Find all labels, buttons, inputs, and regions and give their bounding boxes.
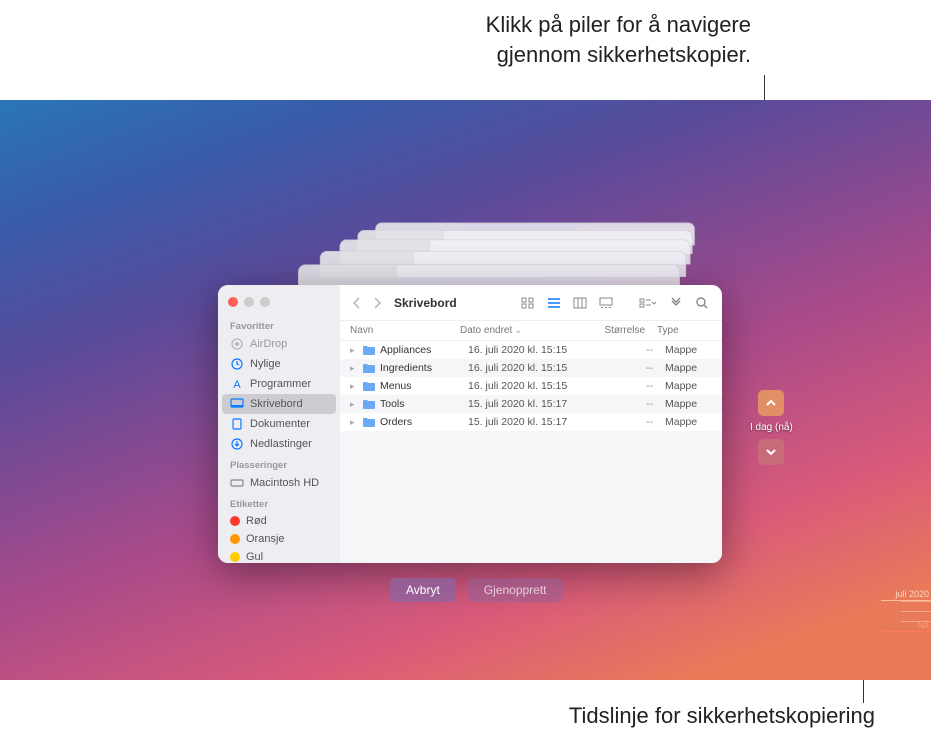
sidebar-item-applications[interactable]: A Programmer bbox=[218, 374, 340, 394]
backup-timeline[interactable]: juli 2020 Nå bbox=[871, 380, 931, 632]
disclosure-triangle-icon[interactable]: ▸ bbox=[350, 363, 358, 374]
file-name: Orders bbox=[380, 416, 468, 428]
col-name[interactable]: Navn bbox=[350, 325, 460, 336]
folder-icon bbox=[362, 398, 376, 410]
file-name: Ingredients bbox=[380, 362, 468, 374]
file-size: -- bbox=[598, 398, 653, 410]
sidebar-item-downloads[interactable]: Nedlastinger bbox=[218, 434, 340, 454]
file-name: Tools bbox=[380, 398, 468, 410]
minimize-button[interactable] bbox=[244, 297, 254, 307]
view-columns-button[interactable] bbox=[570, 295, 590, 311]
window-controls[interactable] bbox=[218, 293, 340, 315]
search-button[interactable] bbox=[692, 294, 712, 312]
finder-window: Favoritter AirDrop Nylige A Programmer S… bbox=[218, 285, 722, 563]
col-date[interactable]: Dato endret⌄ bbox=[460, 325, 590, 336]
finder-toolbar: Skrivebord bbox=[340, 285, 722, 321]
sidebar-item-recents[interactable]: Nylige bbox=[218, 354, 340, 374]
close-button[interactable] bbox=[228, 297, 238, 307]
file-date: 15. juli 2020 kl. 15:17 bbox=[468, 398, 598, 410]
file-date: 16. juli 2020 kl. 15:15 bbox=[468, 380, 598, 392]
file-row[interactable]: ▸ Orders15. juli 2020 kl. 15:17--Mappe bbox=[340, 413, 722, 431]
documents-icon bbox=[230, 417, 244, 431]
disclosure-triangle-icon[interactable]: ▸ bbox=[350, 399, 358, 410]
action-buttons: Avbryt Gjenopprett bbox=[390, 578, 563, 602]
more-button[interactable] bbox=[666, 295, 686, 311]
timeline-now-marker[interactable]: Nå bbox=[881, 631, 931, 632]
file-row[interactable]: ▸ Ingredients16. juli 2020 kl. 15:15--Map… bbox=[340, 359, 722, 377]
file-row[interactable]: ▸ Tools15. juli 2020 kl. 15:17--Mappe bbox=[340, 395, 722, 413]
disclosure-triangle-icon[interactable]: ▸ bbox=[350, 345, 358, 356]
group-button[interactable] bbox=[636, 295, 660, 311]
folder-icon bbox=[362, 344, 376, 356]
desktop-icon bbox=[230, 397, 244, 411]
airdrop-icon bbox=[230, 337, 244, 351]
sidebar-item-documents[interactable]: Dokumenter bbox=[218, 414, 340, 434]
col-type[interactable]: Type bbox=[645, 325, 712, 336]
sidebar-section-favorites: Favoritter bbox=[218, 315, 340, 334]
file-type: Mappe bbox=[653, 398, 712, 410]
folder-icon bbox=[362, 362, 376, 374]
nav-down-button[interactable] bbox=[758, 439, 784, 465]
file-date: 16. juli 2020 kl. 15:15 bbox=[468, 344, 598, 356]
finder-sidebar: Favoritter AirDrop Nylige A Programmer S… bbox=[218, 285, 340, 563]
cancel-button[interactable]: Avbryt bbox=[390, 578, 456, 602]
sidebar-item-desktop[interactable]: Skrivebord bbox=[222, 394, 336, 414]
file-size: -- bbox=[598, 416, 653, 428]
file-size: -- bbox=[598, 362, 653, 374]
back-button[interactable] bbox=[350, 297, 364, 309]
file-size: -- bbox=[598, 344, 653, 356]
sidebar-item-macintosh-hd[interactable]: Macintosh HD bbox=[218, 473, 340, 493]
disclosure-triangle-icon[interactable]: ▸ bbox=[350, 381, 358, 392]
sidebar-tag-orange[interactable]: Oransje bbox=[218, 530, 340, 548]
forward-button[interactable] bbox=[370, 297, 384, 309]
file-name: Appliances bbox=[380, 344, 468, 356]
callout-arrows: Klikk på piler for å navigeregjennom sik… bbox=[486, 10, 751, 69]
file-row[interactable]: ▸ Appliances16. juli 2020 kl. 15:15--Mapp… bbox=[340, 341, 722, 359]
tag-dot bbox=[230, 516, 240, 526]
tag-dot bbox=[230, 552, 240, 562]
finder-main: Skrivebord Navn Dato endret⌄ Størrelse T… bbox=[340, 285, 722, 563]
timeline-month-marker[interactable]: juli 2020 bbox=[881, 600, 931, 601]
backup-nav: I dag (nå) bbox=[750, 390, 793, 465]
sidebar-item-airdrop[interactable]: AirDrop bbox=[218, 334, 340, 354]
file-size: -- bbox=[598, 380, 653, 392]
file-type: Mappe bbox=[653, 416, 712, 428]
file-type: Mappe bbox=[653, 344, 712, 356]
column-headers[interactable]: Navn Dato endret⌄ Størrelse Type bbox=[340, 321, 722, 341]
sidebar-tag-yellow[interactable]: Gul bbox=[218, 548, 340, 563]
current-backup-label: I dag (nå) bbox=[750, 422, 793, 433]
time-machine-desktop: Favoritter AirDrop Nylige A Programmer S… bbox=[0, 100, 931, 680]
view-icons-button[interactable] bbox=[518, 295, 538, 311]
file-type: Mappe bbox=[653, 362, 712, 374]
callout-timeline: Tidslinje for sikkerhetskopiering bbox=[569, 703, 875, 729]
sort-indicator-icon: ⌄ bbox=[514, 325, 522, 336]
file-date: 16. juli 2020 kl. 15:15 bbox=[468, 362, 598, 374]
disk-icon bbox=[230, 476, 244, 490]
folder-icon bbox=[362, 380, 376, 392]
svg-text:A: A bbox=[233, 379, 241, 390]
sidebar-tag-red[interactable]: Rød bbox=[218, 512, 340, 530]
zoom-button[interactable] bbox=[260, 297, 270, 307]
restore-button[interactable]: Gjenopprett bbox=[468, 578, 563, 602]
view-gallery-button[interactable] bbox=[596, 295, 616, 311]
sidebar-section-locations: Plasseringer bbox=[218, 454, 340, 473]
clock-icon bbox=[230, 357, 244, 371]
file-list[interactable]: ▸Appliances16. juli 2020 kl. 15:15--Mapp… bbox=[340, 341, 722, 563]
nav-up-button[interactable] bbox=[758, 390, 784, 416]
disclosure-triangle-icon[interactable]: ▸ bbox=[350, 417, 358, 428]
window-title: Skrivebord bbox=[394, 296, 457, 310]
sidebar-section-tags: Etiketter bbox=[218, 493, 340, 512]
tag-dot bbox=[230, 534, 240, 544]
file-row[interactable]: ▸ Menus16. juli 2020 kl. 15:15--Mappe bbox=[340, 377, 722, 395]
file-name: Menus bbox=[380, 380, 468, 392]
view-list-button[interactable] bbox=[544, 295, 564, 311]
downloads-icon bbox=[230, 437, 244, 451]
col-size[interactable]: Størrelse bbox=[590, 325, 645, 336]
folder-icon bbox=[362, 416, 376, 428]
apps-icon: A bbox=[230, 377, 244, 391]
file-date: 15. juli 2020 kl. 15:17 bbox=[468, 416, 598, 428]
file-type: Mappe bbox=[653, 380, 712, 392]
